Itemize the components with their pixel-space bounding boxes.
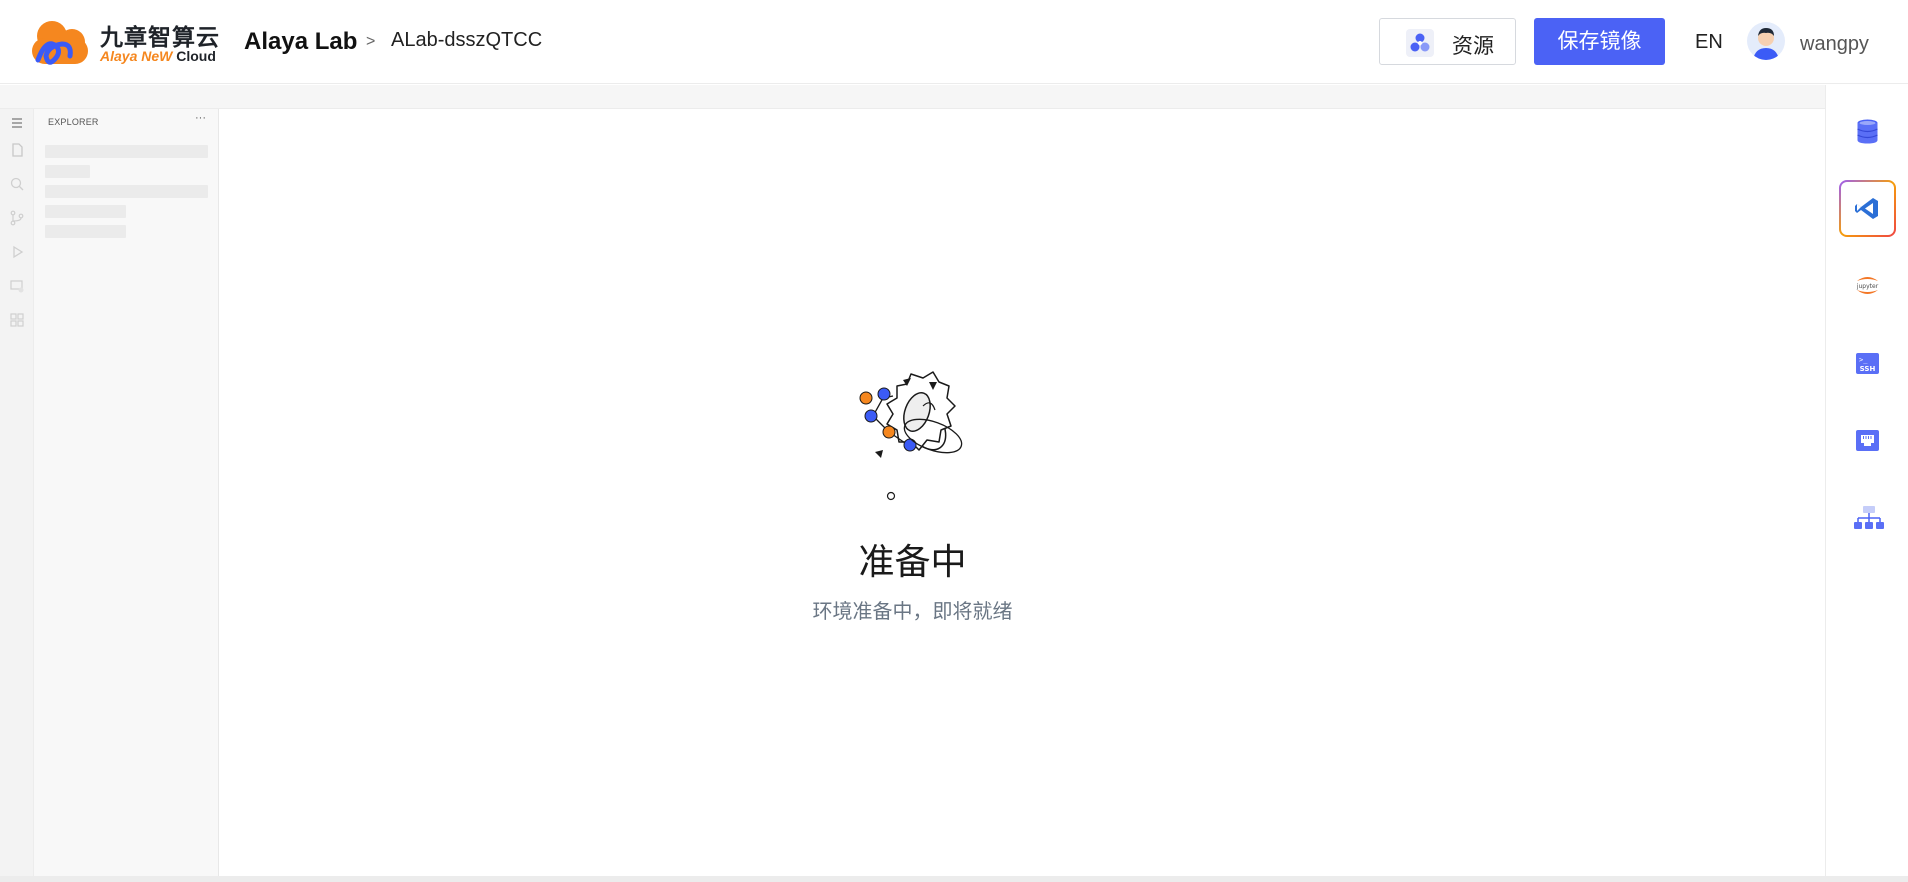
svg-text:SSH: SSH bbox=[1860, 365, 1876, 373]
cloud-logo-icon bbox=[32, 21, 88, 65]
network-port-icon bbox=[1856, 430, 1879, 451]
source-control-icon[interactable] bbox=[8, 209, 26, 227]
resources-label: 资源 bbox=[1452, 35, 1494, 58]
avatar-person-icon bbox=[1753, 28, 1779, 60]
top-header: 九章智算云 Alaya NeW Cloud Alaya Lab > ALab-d… bbox=[0, 0, 1908, 84]
cluster-icon bbox=[1854, 506, 1884, 529]
explorer-title: EXPLORER bbox=[48, 117, 99, 127]
bottom-border bbox=[0, 876, 1908, 882]
editor-area bbox=[219, 109, 1825, 876]
resource-fan-icon bbox=[1406, 29, 1434, 57]
loading-subtitle: 环境准备中，即将就绪 bbox=[812, 599, 1013, 623]
database-icon bbox=[1857, 119, 1878, 144]
svg-text:jupyter: jupyter bbox=[1856, 283, 1879, 290]
brand-logo[interactable]: 九章智算云 Alaya NeW Cloud bbox=[28, 16, 220, 68]
user-avatar[interactable] bbox=[1747, 22, 1785, 60]
breadcrumb-instance-name: ALab-dsszQTCC bbox=[391, 29, 543, 51]
logo-chinese-text: 九章智算云 bbox=[100, 25, 220, 51]
gear-loading-icon bbox=[859, 371, 963, 501]
ssh-button[interactable]: >_ SSH bbox=[1839, 335, 1896, 392]
database-button[interactable] bbox=[1839, 103, 1896, 160]
breadcrumb-separator: > bbox=[366, 33, 376, 50]
save-image-button[interactable]: 保存镜像 bbox=[1534, 18, 1665, 65]
extensions-icon[interactable] bbox=[8, 311, 26, 329]
loading-title: 准备中 bbox=[858, 542, 967, 583]
logo-english-text: Alaya NeW Cloud bbox=[100, 48, 216, 64]
right-toolbar: jupyter >_ SSH bbox=[1825, 85, 1908, 876]
run-debug-icon[interactable] bbox=[8, 243, 26, 261]
cluster-button[interactable] bbox=[1839, 490, 1896, 547]
port-button[interactable] bbox=[1839, 412, 1896, 469]
language-switch[interactable]: EN bbox=[1695, 31, 1723, 54]
jupyter-button[interactable]: jupyter bbox=[1839, 257, 1896, 314]
explorer-sidebar: EXPLORER ··· bbox=[34, 109, 219, 876]
skeleton-line bbox=[45, 205, 126, 218]
menu-icon[interactable] bbox=[8, 114, 26, 132]
svg-text:>_: >_ bbox=[1859, 356, 1868, 364]
files-icon[interactable] bbox=[8, 141, 26, 159]
skeleton-line bbox=[45, 185, 208, 198]
explorer-more-icon[interactable]: ··· bbox=[195, 112, 206, 124]
app-title[interactable]: Alaya Lab bbox=[244, 28, 357, 56]
skeleton-line bbox=[45, 165, 90, 178]
editor-title-strip bbox=[0, 85, 1825, 109]
activity-bar bbox=[0, 109, 34, 876]
username[interactable]: wangpy bbox=[1800, 33, 1869, 56]
vscode-icon bbox=[1855, 198, 1878, 219]
ssh-icon: >_ SSH bbox=[1856, 353, 1879, 374]
jupyter-icon: jupyter bbox=[1856, 277, 1879, 294]
skeleton-line bbox=[45, 145, 208, 158]
search-icon[interactable] bbox=[8, 175, 26, 193]
resources-button[interactable]: 资源 bbox=[1379, 18, 1516, 65]
remote-explorer-icon[interactable] bbox=[8, 277, 26, 295]
skeleton-line bbox=[45, 225, 126, 238]
vscode-button[interactable] bbox=[1839, 180, 1896, 237]
